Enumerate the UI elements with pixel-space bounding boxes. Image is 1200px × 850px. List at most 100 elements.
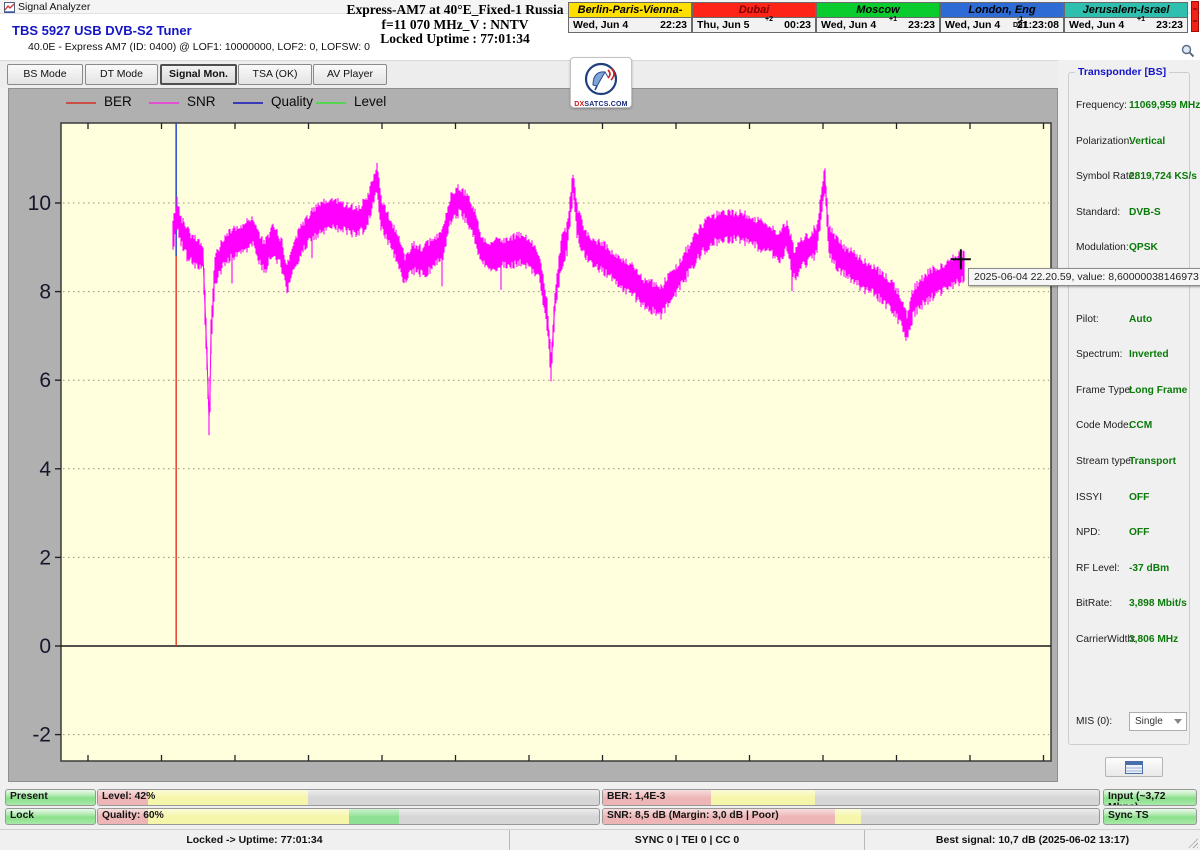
field-value: 3,898 Mbit/s <box>1129 598 1187 609</box>
chevron-down-icon <box>1174 719 1182 724</box>
meter-snr: SNR: 8,5 dB (Margin: 3,0 dB | Poor) <box>602 808 1100 825</box>
y-tick-label: -2 <box>32 724 51 747</box>
clock-body: Wed, Jun 4-1DST21:23:08 <box>941 18 1063 32</box>
field-value: Vertical <box>1129 136 1165 147</box>
field-value: Inverted <box>1129 349 1169 360</box>
tab-av-player[interactable]: AV Player <box>313 64 387 85</box>
clock-date: Wed, Jun 4 <box>1069 19 1124 31</box>
tab-bs-mode[interactable]: BS Mode <box>7 64 83 85</box>
clock-city: Berlin-Paris-Vienna-Roma <box>569 3 691 18</box>
tab-dt-mode[interactable]: DT Mode <box>85 64 158 85</box>
clock-utc-offset: +1 <box>889 17 897 23</box>
bar-label: Level: 42% <box>102 791 155 802</box>
transponder-field: Modulation:QPSK <box>1076 242 1188 256</box>
clock-city: Moscow <box>817 3 939 18</box>
clock-utc-offset: +1 <box>1137 17 1145 23</box>
clock-body: Wed, Jun 4 +1 23:23 <box>817 18 939 32</box>
indicator-sync-ts: Sync TS <box>1103 808 1197 825</box>
transponder-field: NPD: OFF <box>1076 527 1188 541</box>
field-value: CCM <box>1129 420 1152 431</box>
transponder-field: Frame Type:Long Frame <box>1076 385 1188 399</box>
clock-time: 00:23 <box>784 19 811 31</box>
y-tick-label: 0 <box>39 635 51 658</box>
field-label: ISSYI <box>1076 492 1102 503</box>
status-section-2: Best signal: 10,7 dB (2025-06-02 13:17) <box>865 830 1200 850</box>
transponder-field: Symbol Rate:2819,724 KS/s <box>1076 171 1188 185</box>
window-title: Signal Analyzer <box>18 1 90 13</box>
table-icon <box>1125 761 1143 774</box>
clock-body: Thu, Jun 5+200:23 <box>693 18 815 32</box>
clock-moscow: MoscowWed, Jun 4 +1 23:23 <box>816 2 940 33</box>
mis-select[interactable]: Single <box>1129 712 1187 731</box>
snr-history-plot[interactable]: 1086420-2 <box>9 89 1057 781</box>
clock-time: 22:23 <box>660 19 687 31</box>
field-value: OFF <box>1129 527 1149 538</box>
tab-signal-mon-[interactable]: Signal Mon. <box>160 64 237 85</box>
status-section-1: SYNC 0 | TEI 0 | CC 0 <box>510 830 865 850</box>
field-value: Transport <box>1129 456 1176 467</box>
clock-date: Thu, Jun 5 <box>697 19 750 31</box>
transponder-field: Frequency:11069,959 MHz <box>1076 100 1188 114</box>
bar-label: Input (~3,72 Mbps) <box>1108 791 1196 806</box>
bar-label: Present <box>10 791 48 802</box>
y-tick-label: 10 <box>28 192 51 215</box>
bar-label: Lock <box>10 810 34 821</box>
bar-label: Sync TS <box>1108 810 1149 821</box>
tuner-name: TBS 5927 USB DVB-S2 Tuner <box>12 23 192 38</box>
magnifier-icon[interactable] <box>1181 44 1195 58</box>
field-value: DVB-S <box>1129 207 1161 218</box>
bar-label: BER: 1,4E-3 <box>607 791 665 802</box>
chart-tooltip: 2025-06-04 22.20.59, value: 8,6000003814… <box>968 268 1200 286</box>
field-label: Frequency: <box>1076 100 1127 111</box>
clock-time: 21:23:08 <box>1017 19 1059 31</box>
indicator-lock: Lock <box>5 808 96 825</box>
tab-tsa-ok-[interactable]: TSA (OK) <box>238 64 312 85</box>
y-tick-label: 6 <box>39 369 51 392</box>
clock-city: London, Eng <box>941 3 1063 18</box>
clock-time: 23:23 <box>908 19 935 31</box>
field-label: Frame Type: <box>1076 385 1133 396</box>
field-value: 11069,959 MHz <box>1129 100 1200 111</box>
field-label: Polarization: <box>1076 136 1132 147</box>
transponder-panel: Transponder [BS] Frequency:11069,959 MHz… <box>1058 60 1200 782</box>
meter-quality: Quality: 60% <box>97 808 600 825</box>
mis-value: Single <box>1135 716 1163 727</box>
field-label: Pilot: <box>1076 314 1099 325</box>
field-value: 3,806 MHz <box>1129 634 1178 645</box>
field-label: CarrierWidth: <box>1076 634 1136 645</box>
resize-grip[interactable] <box>1188 838 1198 848</box>
transponder-field: Pilot:Auto <box>1076 314 1188 328</box>
field-label: Symbol Rate: <box>1076 171 1137 182</box>
transponder-field: Standard: DVB-S <box>1076 207 1188 221</box>
meter-ber: BER: 1,4E-3 <box>602 789 1100 806</box>
field-label: NPD: <box>1076 527 1100 538</box>
groupbox-title: Transponder [BS] <box>1075 66 1169 78</box>
field-label: BitRate: <box>1076 598 1112 609</box>
field-label: Stream type: <box>1076 456 1134 467</box>
field-label: Modulation: <box>1076 242 1129 253</box>
export-button[interactable] <box>1105 757 1163 777</box>
field-label: Code Mode: <box>1076 420 1132 431</box>
field-value: QPSK <box>1129 242 1158 253</box>
transponder-field: Polarization:Vertical <box>1076 136 1188 150</box>
clock-body: Wed, Jun 422:23 <box>569 18 691 32</box>
bar-label: Quality: 60% <box>102 810 164 821</box>
signal-chart-panel: BERSNRQualityLevel 1086420-2 <box>8 88 1058 782</box>
mis-label: MIS (0): <box>1076 716 1112 727</box>
field-value: OFF <box>1129 492 1149 503</box>
transponder-field: Code Mode:CCM <box>1076 420 1188 434</box>
logo-text: DXSATCS.COM <box>571 101 631 108</box>
field-value: Long Frame <box>1129 385 1187 396</box>
y-tick-label: 4 <box>39 458 51 481</box>
signal-analyzer-window: Signal Analyzer TBS 5927 USB DVB-S2 Tune… <box>0 0 1200 850</box>
clock-time: 23:23 <box>1156 19 1183 31</box>
indicator-input-3-72-mbps-: Input (~3,72 Mbps) <box>1103 789 1197 806</box>
transponder-field: CarrierWidth:3,806 MHz <box>1076 634 1188 648</box>
transponder-field: Spectrum:Inverted <box>1076 349 1188 363</box>
clock-london-eng: London, EngWed, Jun 4-1DST21:23:08 <box>940 2 1064 33</box>
field-label: RF Level: <box>1076 563 1120 574</box>
clock-dubai: DubaiThu, Jun 5+200:23 <box>692 2 816 33</box>
field-label: Standard: <box>1076 207 1120 218</box>
transponder-field: ISSYI OFF <box>1076 492 1188 506</box>
clock-date: Wed, Jun 4 <box>821 19 876 31</box>
